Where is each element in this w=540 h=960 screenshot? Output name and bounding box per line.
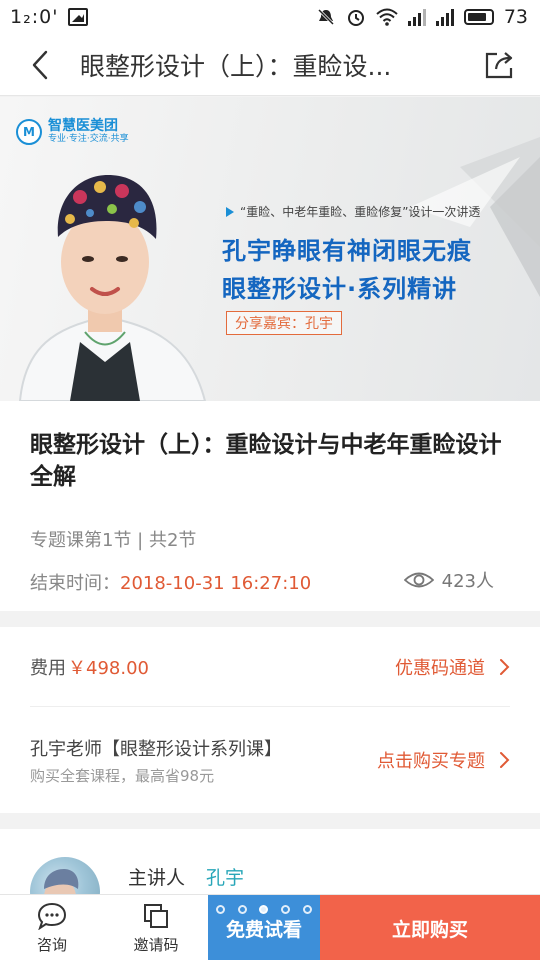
page-indicator bbox=[208, 905, 320, 914]
bundle-title: 孔宇老师【眼整形设计系列课】 bbox=[30, 738, 282, 760]
invite-code-button[interactable]: 邀请码 bbox=[104, 895, 208, 960]
battery-level: 73 bbox=[503, 6, 528, 28]
banner-tagline-text: “重睑、中老年重睑、重睑修复”设计一次讲透 bbox=[240, 205, 481, 219]
course-title: 眼整形设计（上）：重睑设计与中老年重睑设计全解 bbox=[30, 432, 502, 490]
presenter-photo bbox=[18, 175, 207, 401]
buy-bundle-link[interactable]: 点击购买专题 bbox=[377, 747, 510, 773]
signal-icon bbox=[407, 8, 426, 26]
brand-name: 智慧医美团 bbox=[48, 118, 118, 134]
end-time: 结束时间：2018-10-31 16:27:10 bbox=[30, 569, 311, 595]
banner-guest: 分享嘉宾：孔宇 bbox=[226, 311, 342, 335]
chevron-right-icon bbox=[500, 752, 510, 768]
banner-tagline: “重睑、中老年重睑、重睑修复”设计一次讲透 bbox=[226, 203, 480, 220]
status-bar: 1₂:0' 73 bbox=[0, 0, 540, 34]
bundle-info: 孔宇老师【眼整形设计系列课】 购买全套课程，最高省98元 bbox=[30, 735, 282, 786]
coupon-link-label: 优惠码通道 bbox=[395, 657, 485, 679]
chat-bubble-icon bbox=[37, 902, 67, 930]
end-time-value: 2018-10-31 16:27:10 bbox=[120, 573, 312, 594]
brand-slogan: 专业·专注·交流·共享 bbox=[48, 134, 129, 144]
chevron-left-icon bbox=[32, 50, 48, 79]
play-triangle-icon bbox=[226, 206, 234, 217]
mute-icon bbox=[317, 8, 334, 26]
eye-icon bbox=[403, 572, 434, 588]
free-trial-label: 免费试看 bbox=[225, 918, 302, 941]
banner-headline-2: 眼整形设计·系列精讲 bbox=[222, 275, 458, 303]
consult-label: 咨询 bbox=[36, 935, 67, 954]
page-title: 眼整形设计（上）：重睑设... bbox=[80, 51, 392, 81]
presenter-label: 主讲人 bbox=[128, 867, 186, 889]
signal-icon bbox=[435, 8, 454, 26]
banner-headline-1: 孔宇睁眼有神闭眼无痕 bbox=[222, 237, 472, 265]
fee-value: ￥498.00 bbox=[68, 657, 149, 679]
buy-now-button[interactable]: 立即购买 bbox=[320, 895, 540, 960]
view-count: 423人 bbox=[403, 567, 494, 593]
presenter-name[interactable]: 孔宇 bbox=[206, 863, 244, 890]
end-time-label: 结束时间： bbox=[30, 573, 120, 594]
alarm-icon bbox=[347, 10, 364, 26]
consult-button[interactable]: 咨询 bbox=[0, 895, 104, 960]
fee: 费用 ￥498.00 bbox=[30, 654, 149, 680]
chevron-right-icon bbox=[500, 658, 510, 675]
price-row: 费用 ￥498.00 优惠码通道 bbox=[30, 627, 510, 707]
bundle-row[interactable]: 孔宇老师【眼整形设计系列课】 购买全套课程，最高省98元 点击购买专题 bbox=[30, 707, 510, 813]
copy-icon bbox=[144, 903, 168, 928]
course-detail-page: 1₂:0' 73 眼整形设计（上）：重睑设... M 智慧医美团 专业·专注·交… bbox=[0, 0, 540, 960]
invite-code-label: 邀请码 bbox=[133, 935, 179, 954]
fee-label: 费用 bbox=[30, 657, 66, 679]
coupon-link[interactable]: 优惠码通道 bbox=[395, 654, 510, 680]
view-count-value: 423人 bbox=[441, 571, 494, 592]
course-meta: 专题课第1节 | 共2节 bbox=[30, 530, 197, 551]
course-banner: M 智慧医美团 专业·专注·交流·共享 “重睑、中老年重睑、重睑修复”设计一次讲… bbox=[0, 97, 540, 401]
notification-icon bbox=[68, 8, 89, 26]
wifi-icon bbox=[376, 8, 398, 26]
back-button[interactable] bbox=[0, 34, 80, 96]
bundle-subtitle: 购买全套课程，最高省98元 bbox=[30, 766, 215, 785]
buy-now-label: 立即购买 bbox=[391, 918, 468, 941]
bottom-action-bar: 咨询 邀请码 免费试看 立即购买 bbox=[0, 894, 540, 960]
share-button[interactable] bbox=[460, 34, 540, 96]
brand-logo-icon: M bbox=[16, 119, 42, 145]
share-icon bbox=[485, 51, 513, 78]
free-trial-button[interactable]: 免费试看 bbox=[208, 895, 320, 960]
nav-bar: 眼整形设计（上）：重睑设... bbox=[0, 34, 540, 96]
brand-logo: M 智慧医美团 专业·专注·交流·共享 bbox=[16, 119, 129, 145]
pricing-card: 费用 ￥498.00 优惠码通道 孔宇老师【眼整形设计系列课】 购买全套课程，最高… bbox=[0, 627, 540, 813]
buy-bundle-label: 点击购买专题 bbox=[377, 751, 485, 772]
status-time: 1₂:0' bbox=[10, 6, 59, 28]
course-info-card: 眼整形设计（上）：重睑设计与中老年重睑设计全解 专题课第1节 | 共2节 结束时… bbox=[0, 401, 540, 611]
battery-icon bbox=[463, 9, 494, 25]
